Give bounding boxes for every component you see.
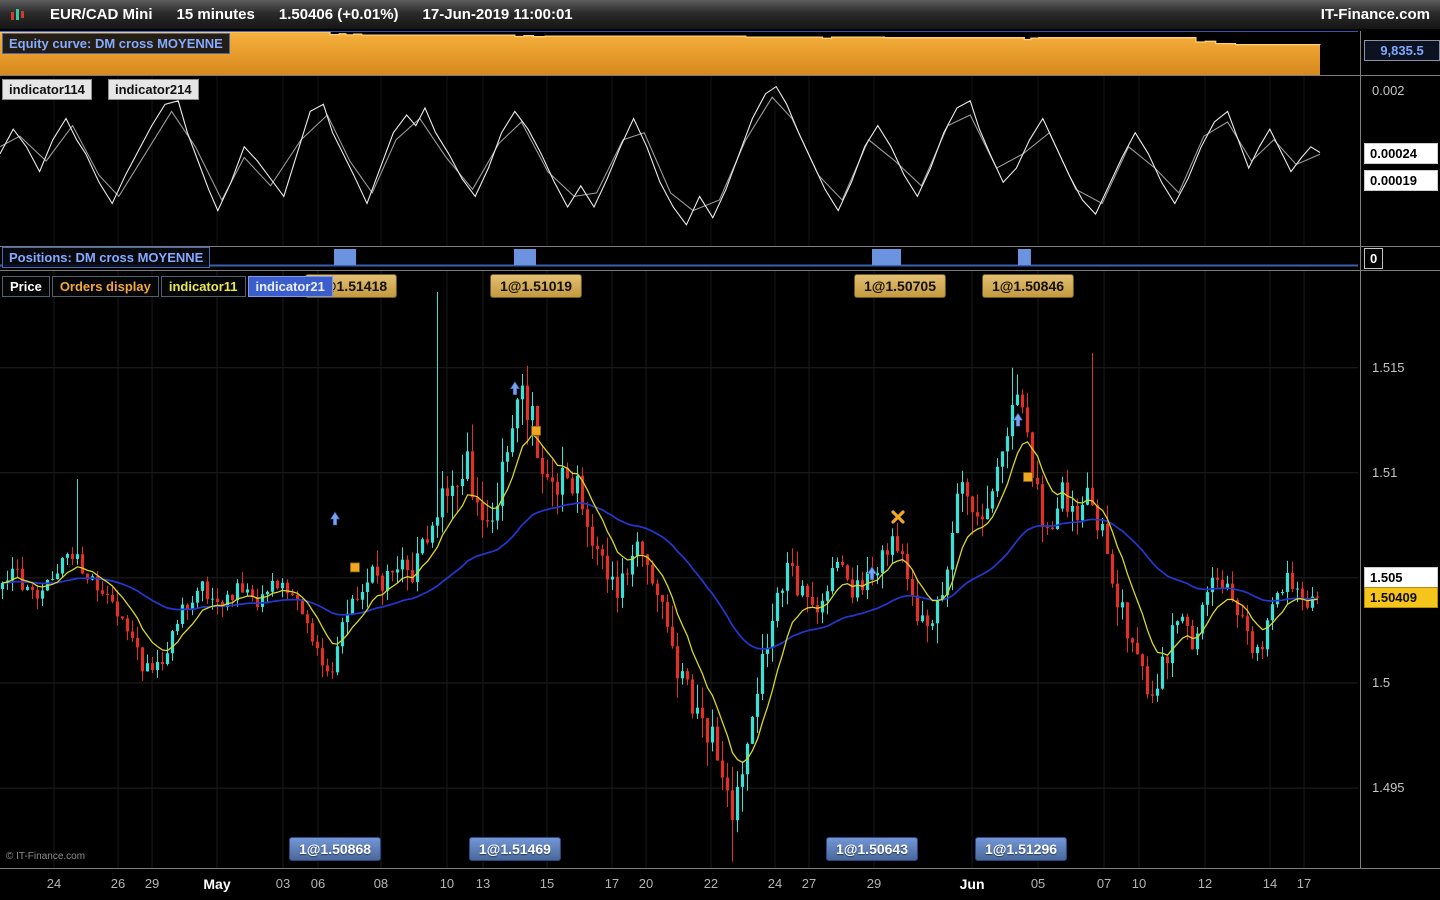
panel-separator	[0, 246, 1440, 247]
date-axis-day: 12	[1197, 876, 1213, 891]
date-axis-day: 07	[1096, 876, 1112, 891]
positions-label[interactable]: Positions: DM cross MOYENNE	[2, 247, 211, 268]
order-label-bottom[interactable]: 1@1.51296	[974, 837, 1068, 861]
timeframe-label: 15 minutes	[176, 6, 255, 23]
date-axis-day: 24	[46, 876, 62, 891]
order-square-icon	[531, 425, 541, 436]
indicator-panel[interactable]: indicator114 indicator214	[0, 76, 1360, 246]
indicator-axis: 0.002 0.00024 0.00019	[1362, 76, 1440, 246]
date-axis-day: 10	[439, 876, 455, 891]
date-axis-day: 20	[638, 876, 654, 891]
buy-arrow-icon	[509, 381, 520, 396]
indicator11-label[interactable]: indicator11	[160, 276, 246, 297]
panel-separator	[0, 868, 1440, 869]
ma-slow-line	[2, 502, 1318, 650]
order-label-top[interactable]: 1@1.50846	[981, 274, 1075, 298]
order-square-icon	[350, 562, 360, 573]
indicator214-label[interactable]: indicator214	[108, 79, 199, 100]
positions-axis-value: 0	[1364, 248, 1384, 269]
equity-axis-value: 9,835.5	[1364, 40, 1440, 61]
date-axis-day: 14	[1262, 876, 1278, 891]
indicator214-value: 0.00019	[1364, 170, 1438, 191]
datetime-label: 17-Jun-2019 11:00:01	[422, 6, 573, 23]
equity-axis: 9,835.5	[1362, 31, 1440, 75]
order-label-bottom[interactable]: 1@1.50643	[825, 837, 919, 861]
axis-separator	[1360, 31, 1361, 869]
indicator-chart[interactable]	[0, 76, 1358, 246]
date-axis-day: 29	[144, 876, 160, 891]
price-axis-tick: 1.515	[1372, 359, 1405, 375]
panel-separator	[0, 75, 1440, 76]
price-axis-tick: 1.505	[1364, 566, 1438, 588]
positions-axis: 0	[1362, 247, 1440, 270]
symbol-name: EUR/CAD Mini	[50, 6, 153, 23]
order-label-bottom[interactable]: 1@1.51469	[468, 837, 561, 861]
date-axis-day: 24	[767, 876, 783, 891]
order-label-top[interactable]: 1@1.50705	[853, 274, 946, 298]
equity-panel-highlight	[0, 31, 1358, 32]
date-axis-month: Jun	[959, 876, 985, 892]
title-bar: EUR/CAD Mini 15 minutes 1.50406 (+0.01%)…	[0, 0, 1440, 30]
price-label[interactable]: Price	[2, 276, 50, 297]
price-axis: 1.515 1.51 1.505 1.5 1.495 1.50409	[1362, 271, 1440, 868]
price-axis-tick: 1.495	[1372, 780, 1405, 796]
indicator114-label[interactable]: indicator114	[2, 79, 92, 100]
order-label-bottom[interactable]: 1@1.50868	[288, 837, 382, 861]
price-axis-tick: 1.51	[1372, 464, 1398, 480]
date-axis-day: 17	[1296, 876, 1312, 891]
indicator-axis-tick: 0.002	[1372, 83, 1405, 98]
date-axis-day: 05	[1030, 876, 1046, 891]
last-price-badge: 1.50409	[1364, 587, 1438, 609]
order-square-icon	[1023, 472, 1033, 482]
equity-curve-panel[interactable]: Equity curve: DM cross MOYENNE	[0, 31, 1360, 75]
date-axis-day: 29	[866, 876, 882, 891]
buy-arrow-icon	[329, 511, 341, 526]
date-axis-day: 22	[703, 876, 719, 891]
date-axis-day: 03	[275, 876, 291, 891]
positions-panel[interactable]: Positions: DM cross MOYENNE	[0, 247, 1360, 270]
date-axis-day: 26	[110, 876, 126, 891]
price-panel[interactable]: Price Orders display indicator11 indicat…	[0, 271, 1360, 868]
indicator114-value: 0.00024	[1364, 143, 1438, 164]
chart-icon	[10, 7, 26, 23]
date-axis[interactable]: 24 26 29 May 03 06 08 10 13 15 17 20 22 24 27 29 Jun 05 07…	[0, 869, 1360, 900]
date-axis-day: 10	[1131, 876, 1147, 891]
trading-app-window: EUR/CAD Mini 15 minutes 1.50406 (+0.01%)…	[0, 0, 1440, 900]
watermark: © IT-Finance.com	[6, 851, 86, 862]
buy-arrow-icon	[1012, 412, 1024, 427]
brand-label: IT-Finance.com	[1320, 6, 1430, 23]
ma-fast-line	[2, 433, 1318, 764]
price-panel-labels: Price Orders display indicator11 indicat…	[2, 276, 333, 297]
last-price-change: 1.50406 (+0.01%)	[278, 6, 399, 23]
equity-curve-label[interactable]: Equity curve: DM cross MOYENNE	[2, 33, 230, 54]
date-axis-day: 27	[801, 876, 817, 891]
date-axis-day: 06	[310, 876, 326, 891]
price-chart[interactable]	[0, 271, 1358, 868]
date-axis-day: 17	[604, 876, 620, 891]
panel-separator	[0, 270, 1440, 271]
date-axis-day: 15	[539, 876, 555, 891]
order-label-top[interactable]: 1@1.51019	[490, 274, 583, 298]
orders-display-label[interactable]: Orders display	[51, 276, 159, 297]
date-axis-month: May	[203, 876, 231, 892]
price-axis-tick: 1.5	[1372, 675, 1391, 690]
candlestick-series	[0, 292, 1320, 862]
date-axis-day: 13	[475, 876, 491, 891]
date-axis-day: 08	[373, 876, 389, 891]
indicator21-label[interactable]: indicator21	[247, 276, 333, 297]
